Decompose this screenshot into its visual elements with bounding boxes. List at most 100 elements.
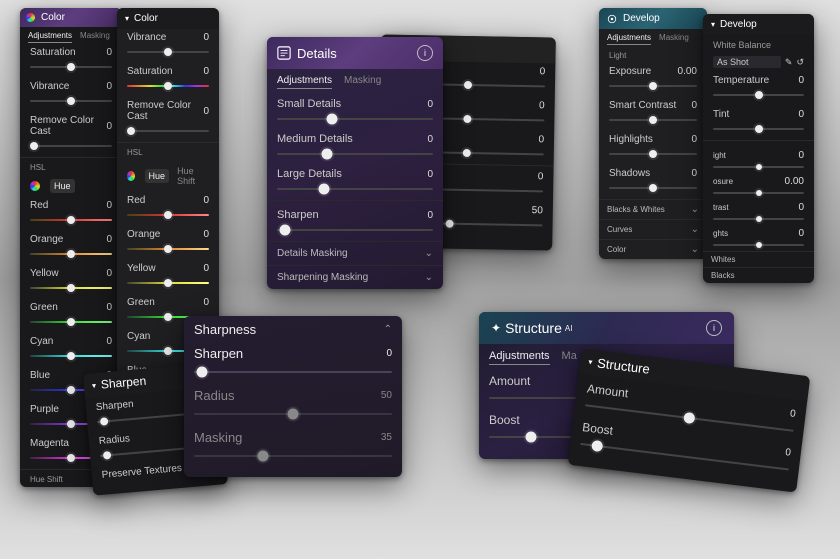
slider-value: 0 [203, 66, 209, 77]
hsl-tab-hue[interactable]: Hue [50, 179, 75, 193]
collapse-section[interactable]: Whites [703, 251, 814, 267]
slider[interactable] [30, 317, 112, 327]
slider[interactable] [30, 351, 112, 361]
slider[interactable] [30, 141, 112, 151]
slider[interactable] [30, 215, 112, 225]
slider-value: 0 [785, 447, 792, 459]
slider[interactable] [609, 115, 697, 125]
panel-header[interactable]: Color [117, 8, 219, 29]
collapse-sharpening-masking[interactable]: Sharpening Masking ⌄ [267, 265, 443, 289]
section-label: Blacks & Whites [607, 205, 665, 214]
slider[interactable] [127, 47, 209, 57]
slider-row: Yellow0 [117, 260, 219, 274]
panel-title: Sharpness [194, 322, 256, 337]
panel-title: Sharpen [100, 374, 146, 392]
slider[interactable] [30, 249, 112, 259]
collapse-section[interactable]: Blacks [703, 267, 814, 283]
panel-header: ✦ Structure AI i [479, 312, 734, 344]
collapse-details-masking[interactable]: Details Masking ⌄ [267, 241, 443, 265]
slider-label: Masking [194, 430, 242, 445]
collapse-section[interactable]: Color⌄ [599, 239, 707, 259]
slider-label: Sharpen [95, 399, 134, 413]
slider[interactable] [609, 183, 697, 193]
collapse-section[interactable]: Blacks & Whites⌄ [599, 199, 707, 219]
slider[interactable] [713, 163, 804, 170]
details-panel-front: Details i Adjustments Masking Small Deta… [267, 37, 443, 289]
wb-preset-row[interactable]: As Shot ✎ ↺ [703, 53, 814, 72]
slider-label: Radius [194, 388, 234, 403]
slider-value: 0 [798, 150, 804, 161]
slider[interactable] [277, 149, 433, 159]
slider[interactable] [127, 244, 209, 254]
tab-masking[interactable]: Masking [344, 75, 381, 89]
eyedropper-icon[interactable]: ✎ [785, 57, 793, 68]
panel-title: Details [297, 46, 337, 61]
slider-row: Large Details 0 [267, 165, 443, 180]
tab-masking[interactable]: Masking [80, 31, 110, 43]
tab-adjustments[interactable]: Adjustments [607, 33, 651, 45]
slider-value: 0 [203, 263, 209, 274]
slider-value: 0 [106, 47, 112, 58]
slider-row: Red0 [20, 197, 122, 211]
slider-row: Green0 [117, 294, 219, 308]
slider-value: 0 [691, 168, 697, 179]
info-icon[interactable]: i [706, 320, 722, 336]
slider[interactable] [127, 126, 209, 136]
slider-label-fragment: ghts [713, 229, 728, 238]
tab-adjustments[interactable]: Adjustments [489, 350, 550, 365]
slider[interactable] [127, 210, 209, 220]
panel-title: Structure [596, 355, 650, 376]
slider-row: Small Details 0 [267, 95, 443, 110]
tab-bar: Adjustments Masking [20, 27, 122, 44]
tab-adjustments[interactable]: Adjustments [28, 31, 72, 43]
slider[interactable] [609, 81, 697, 91]
slider-value: 0 [691, 100, 697, 111]
slider-row: Tint 0 [703, 106, 814, 120]
hsl-tab-hue[interactable]: Hue [145, 169, 170, 183]
slider[interactable] [277, 114, 433, 124]
panel-header[interactable]: Sharpness ⌃ [184, 316, 402, 343]
slider-value: 0 [798, 109, 804, 120]
section-label: Whites [711, 255, 735, 264]
slider-row: trast 0 [703, 199, 814, 213]
slider[interactable] [713, 90, 804, 100]
slider[interactable] [194, 407, 392, 421]
panel-header[interactable]: Develop [703, 14, 814, 35]
slider-value: 0 [106, 336, 112, 347]
slider-label-fragment: trast [713, 203, 729, 212]
hsl-tab-hueshift[interactable]: Hue Shift [173, 164, 209, 188]
section-label: Color [607, 245, 626, 254]
slider[interactable] [713, 124, 804, 134]
slider-value: 0 [540, 66, 546, 77]
slider-label: Cyan [30, 336, 53, 347]
slider[interactable] [127, 81, 209, 91]
slider[interactable] [194, 449, 392, 463]
sharpen-slider[interactable] [277, 225, 433, 235]
slider-value: 0 [427, 169, 433, 180]
slider-label: Vibrance [127, 32, 166, 43]
panel-header: Details i [267, 37, 443, 69]
collapse-section[interactable]: Curves⌄ [599, 219, 707, 239]
slider[interactable] [30, 62, 112, 72]
tab-masking[interactable]: Ma [562, 350, 577, 365]
slider[interactable] [713, 215, 804, 222]
tab-masking[interactable]: Masking [659, 33, 689, 45]
slider[interactable] [194, 365, 392, 379]
slider[interactable] [30, 283, 112, 293]
slider[interactable] [609, 149, 697, 159]
slider-label: Amount [489, 374, 530, 388]
slider[interactable] [30, 96, 112, 106]
slider-label: Tint [713, 109, 729, 120]
panel-title: Color [41, 12, 65, 23]
slider[interactable] [713, 241, 804, 248]
slider-label: Magenta [30, 438, 69, 449]
slider[interactable] [713, 189, 804, 196]
slider[interactable] [277, 184, 433, 194]
slider[interactable] [127, 278, 209, 288]
slider-row: ight 0 [703, 147, 814, 161]
slider-value: 0 [203, 106, 209, 117]
tab-adjustments[interactable]: Adjustments [277, 75, 332, 89]
info-icon[interactable]: i [417, 45, 433, 61]
slider-label: Purple [30, 404, 59, 415]
reset-icon[interactable]: ↺ [796, 57, 804, 68]
